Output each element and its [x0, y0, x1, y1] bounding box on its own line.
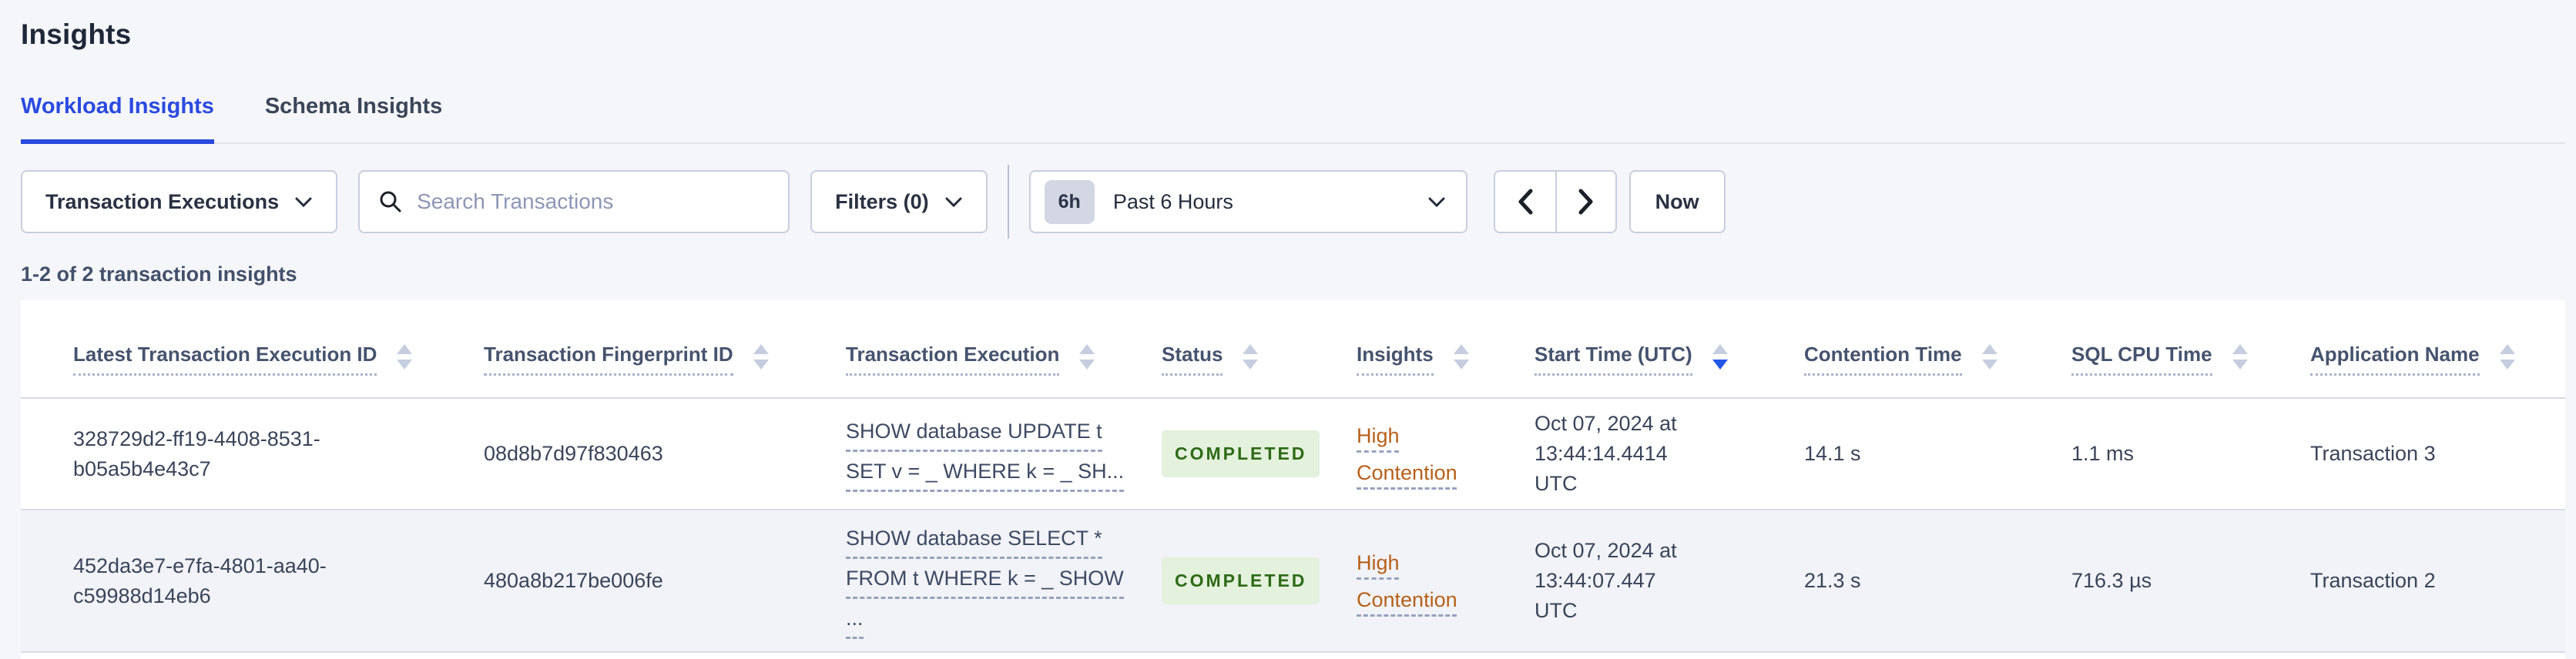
- insights-cell: High Contention: [1357, 544, 1535, 618]
- now-label: Now: [1655, 189, 1699, 213]
- page-title: Insights: [21, 18, 132, 50]
- execution-type-label: Transaction Executions: [45, 189, 280, 213]
- sql-cpu-time-cell: 716.3 µs: [2071, 569, 2152, 592]
- execution-type-dropdown[interactable]: Transaction Executions: [21, 170, 338, 233]
- tab-schema-insights[interactable]: Schema Insights: [265, 94, 442, 144]
- column-header-contention-time[interactable]: Contention Time: [1804, 343, 2071, 397]
- status-cell: COMPLETED: [1162, 430, 1357, 477]
- sort-icon[interactable]: [1079, 344, 1095, 370]
- fingerprint-id-cell: 480a8b217be006fe: [484, 569, 663, 592]
- sort-icon[interactable]: [1453, 344, 1469, 370]
- sort-icon[interactable]: [1981, 344, 1997, 370]
- previous-time-range-button[interactable]: [1494, 172, 1555, 232]
- column-header-status[interactable]: Status: [1162, 343, 1357, 397]
- status-badge: COMPLETED: [1162, 430, 1320, 477]
- transaction-execution-link[interactable]: SHOW database UPDATE t: [846, 416, 1102, 452]
- column-header-insights[interactable]: Insights: [1357, 343, 1535, 397]
- status-cell: COMPLETED: [1162, 557, 1357, 604]
- filters-dropdown[interactable]: Filters (0): [810, 170, 988, 233]
- next-time-range-button[interactable]: [1555, 172, 1615, 232]
- sql-cpu-time-cell: 1.1 ms: [2071, 442, 2135, 465]
- time-range-nav: [1493, 170, 1617, 233]
- sort-icon[interactable]: [1243, 344, 1259, 370]
- high-contention-link[interactable]: High Contention: [1357, 417, 1491, 491]
- fingerprint-id-cell: 08d8b7d97f830463: [484, 442, 663, 465]
- time-range-dropdown[interactable]: 6h Past 6 Hours: [1028, 170, 1467, 233]
- chevron-left-icon: [1518, 189, 1533, 215]
- transaction-execution-cell: SHOW database UPDATE t SET v = _ WHERE k…: [846, 412, 1162, 497]
- column-header-application-name[interactable]: Application Name: [2310, 343, 2550, 397]
- table-header-row: Latest Transaction Execution ID Transact…: [21, 300, 2565, 399]
- results-summary: 1-2 of 2 transaction insights: [21, 263, 297, 286]
- table-row: 328729d2-ff19-4408-8531-b05a5b4e43c7 08d…: [21, 399, 2565, 510]
- start-time-cell: Oct 07, 2024 at 13:44:07.447 UTC: [1535, 539, 1677, 622]
- column-header-start-time[interactable]: Start Time (UTC): [1535, 343, 1804, 397]
- start-time-cell: Oct 07, 2024 at 13:44:14.4414 UTC: [1535, 412, 1677, 495]
- tab-workload-insights[interactable]: Workload Insights: [21, 94, 214, 144]
- search-input[interactable]: [417, 189, 770, 214]
- table-row: 452da3e7-e7fa-4801-aa40-c59988d14eb6 480…: [21, 510, 2565, 653]
- insights-cell: High Contention: [1357, 417, 1535, 491]
- transaction-execution-link[interactable]: FROM t WHERE k = _ SHOW: [846, 564, 1124, 599]
- status-badge: COMPLETED: [1162, 557, 1320, 604]
- time-range-badge: 6h: [1044, 179, 1095, 224]
- now-button[interactable]: Now: [1628, 170, 1726, 233]
- transaction-execution-cell: SHOW database SELECT * FROM t WHERE k = …: [846, 519, 1162, 644]
- insights-page: Insights Workload Insights Schema Insigh…: [0, 0, 2576, 659]
- chevron-right-icon: [1578, 189, 1593, 215]
- sort-icon[interactable]: [2232, 344, 2248, 370]
- column-header-sql-cpu-time[interactable]: SQL CPU Time: [2071, 343, 2310, 397]
- sort-icon[interactable]: [397, 344, 413, 370]
- chevron-down-icon: [1428, 197, 1445, 207]
- search-box[interactable]: [358, 170, 790, 233]
- contention-time-cell: 21.3 s: [1804, 569, 1861, 592]
- sort-icon[interactable]: [753, 344, 769, 370]
- search-icon: [380, 191, 401, 212]
- chevron-down-icon: [945, 197, 962, 207]
- toolbar-divider: [1007, 165, 1009, 239]
- application-name-cell: Transaction 2: [2310, 569, 2436, 592]
- sort-icon-active-desc[interactable]: [1712, 344, 1728, 370]
- transaction-execution-link[interactable]: ...: [846, 604, 864, 639]
- chevron-down-icon: [295, 197, 312, 207]
- application-name-cell: Transaction 3: [2310, 442, 2436, 465]
- column-header-transaction-execution[interactable]: Transaction Execution: [846, 343, 1162, 397]
- transaction-execution-link[interactable]: SHOW database SELECT *: [846, 524, 1102, 559]
- toolbar: Transaction Executions Filters (0) 6h Pa…: [21, 165, 2576, 239]
- time-range-label: Past 6 Hours: [1112, 189, 1233, 213]
- high-contention-link[interactable]: High Contention: [1357, 544, 1491, 618]
- sort-icon[interactable]: [2499, 344, 2515, 370]
- execution-id-cell: 452da3e7-e7fa-4801-aa40-c59988d14eb6: [73, 554, 327, 607]
- column-header-latest-transaction-execution-id[interactable]: Latest Transaction Execution ID: [73, 343, 484, 397]
- filters-label: Filters (0): [835, 189, 929, 213]
- transaction-execution-link[interactable]: SET v = _ WHERE k = _ SH...: [846, 457, 1125, 492]
- contention-time-cell: 14.1 s: [1804, 442, 1861, 465]
- tab-bar: Workload Insights Schema Insights: [21, 94, 2565, 144]
- column-header-transaction-fingerprint-id[interactable]: Transaction Fingerprint ID: [484, 343, 846, 397]
- execution-id-cell: 328729d2-ff19-4408-8531-b05a5b4e43c7: [73, 427, 320, 480]
- insights-table: Latest Transaction Execution ID Transact…: [21, 300, 2565, 659]
